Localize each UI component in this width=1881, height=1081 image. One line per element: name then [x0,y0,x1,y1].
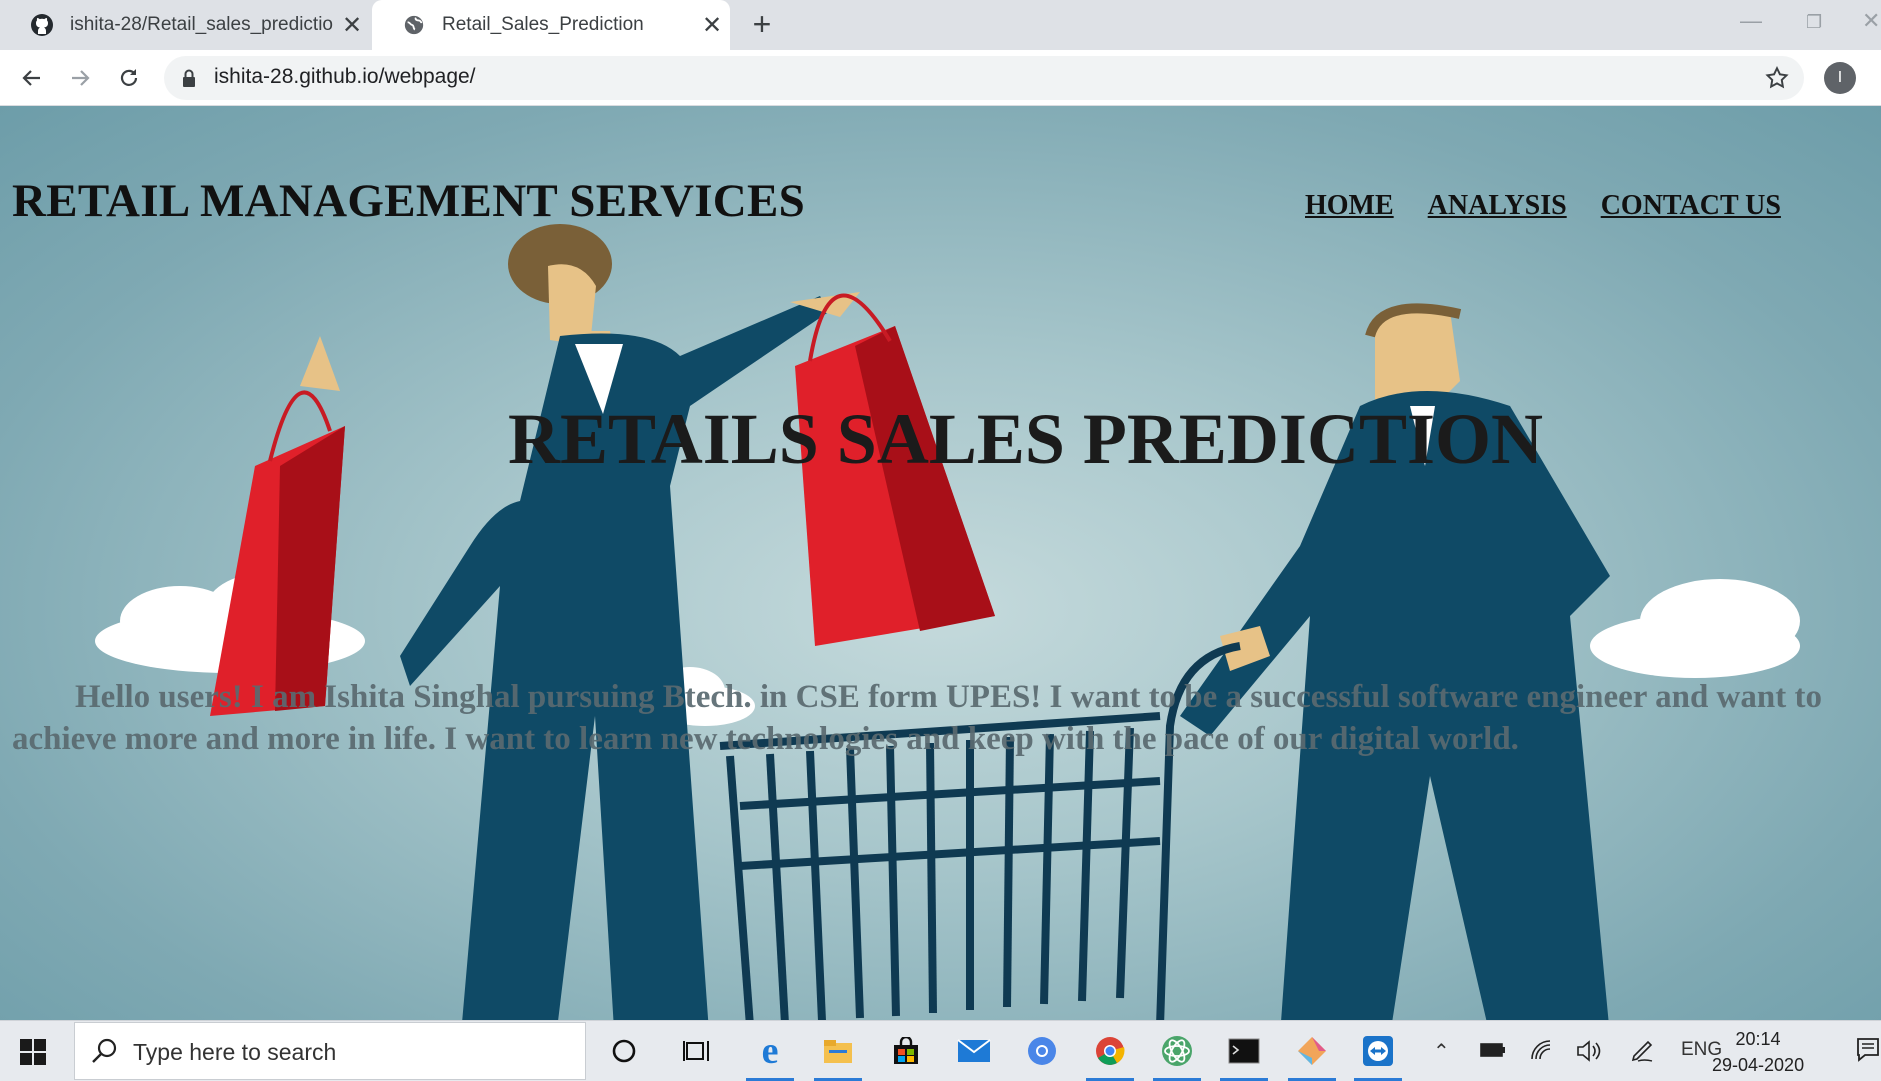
minimize-icon[interactable]: — [1740,8,1762,34]
file-explorer-icon[interactable] [810,1021,866,1081]
profile-avatar[interactable]: I [1824,62,1856,94]
task-view-icon[interactable] [668,1021,724,1081]
battery-icon[interactable] [1480,1041,1506,1059]
terminal-icon[interactable] [1216,1021,1272,1081]
search-placeholder: Type here to search [133,1039,337,1065]
site-nav: HOME ANALYSIS CONTACT US [1305,190,1781,222]
page-viewport: RETAIL MANAGEMENT SERVICES HOME ANALYSIS… [0,106,1881,1020]
notification-icon[interactable] [1856,1037,1880,1065]
tab-retail-sales[interactable]: Retail_Sales_Prediction ✕ [372,0,730,50]
search-icon [92,1038,117,1063]
lock-icon [183,69,195,87]
store-icon[interactable] [878,1021,934,1081]
address-bar[interactable]: ishita-28.github.io/webpage/ [164,56,1804,100]
cloud-right [1590,579,1800,678]
hero-title: RETAILS SALES PREDICTION [508,399,1543,479]
tab-title: ishita-28/Retail_sales_prediction [70,14,334,35]
site-title: RETAIL MANAGEMENT SERVICES [12,175,806,227]
browser-toolbar: ishita-28.github.io/webpage/ [0,50,1881,106]
tab-github[interactable]: ishita-28/Retail_sales_prediction ✕ [0,0,370,50]
mail-icon[interactable] [946,1021,1002,1081]
new-tab-button[interactable]: + [745,8,779,42]
close-tab-icon[interactable]: ✕ [334,11,370,40]
nav-link-home[interactable]: HOME [1305,190,1394,222]
clock-date: 29-04-2020 [1712,1055,1805,1075]
close-tab-icon[interactable]: ✕ [694,11,730,40]
wifi-icon[interactable] [1530,1039,1554,1061]
reload-icon [120,69,138,86]
taskbar-search-box[interactable]: Type here to search [74,1022,586,1080]
tab-title: Retail_Sales_Prediction [442,14,644,35]
intro-paragraph: Hello users! I am Ishita Singhal pursuin… [12,679,1822,757]
chromium-icon[interactable] [1014,1021,1070,1081]
nav-link-analysis[interactable]: ANALYSIS [1428,190,1567,222]
atom-icon[interactable] [1149,1021,1205,1081]
arrow-left-icon [22,70,40,86]
teamviewer-icon[interactable] [1350,1021,1406,1081]
tab-strip: ishita-28/Retail_sales_prediction ✕ Reta… [0,0,1881,50]
pen-icon[interactable] [1630,1039,1656,1063]
url-text: ishita-28.github.io/webpage/ [214,65,476,88]
nav-link-contact-us[interactable]: CONTACT US [1601,190,1781,222]
forward-button[interactable] [60,58,100,98]
reload-button[interactable] [109,58,149,98]
chevron-up-icon[interactable]: ⌃ [1433,1039,1450,1064]
system-clock[interactable]: 20:14 29-04-2020 [1712,1026,1804,1078]
windows-start-icon[interactable] [20,1039,46,1065]
close-window-icon[interactable]: ✕ [1862,8,1880,34]
hero-illustration [95,224,1800,1020]
git-icon[interactable] [1284,1021,1340,1081]
restore-icon[interactable]: ❐ [1806,12,1822,33]
bookmark-star-icon[interactable] [1764,65,1790,91]
back-button[interactable] [12,58,52,98]
arrow-right-icon [72,70,90,86]
edge-icon[interactable]: e [742,1021,798,1081]
globe-icon [402,13,426,37]
chrome-icon[interactable] [1082,1021,1138,1081]
volume-icon[interactable] [1576,1039,1602,1063]
clock-time: 20:14 [1735,1029,1781,1049]
github-icon [30,13,54,37]
cortana-icon[interactable] [596,1021,652,1081]
taskbar: Type here to search e ⌃ ENG 20:14 29-04-… [0,1020,1881,1081]
